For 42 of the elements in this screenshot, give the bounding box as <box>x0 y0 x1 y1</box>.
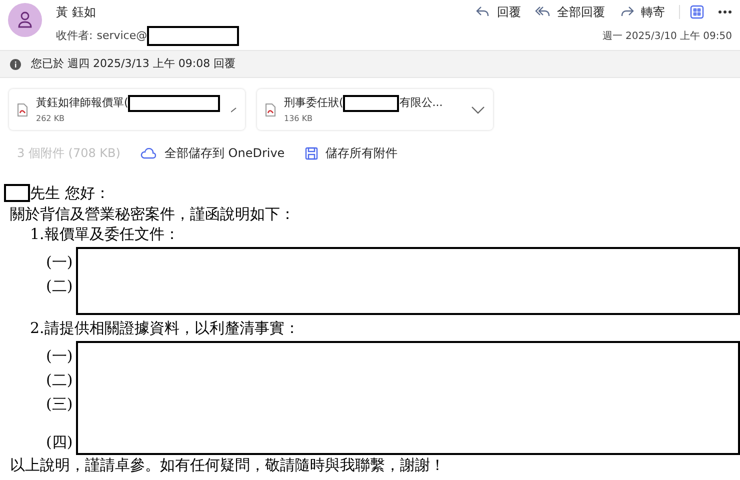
sender-name: 黃 鈺如 <box>56 4 96 21</box>
redaction-box <box>4 184 30 202</box>
section-title: 1.報價單及委任文件： <box>30 224 180 244</box>
info-icon <box>10 58 21 70</box>
item-label: (一) <box>46 252 74 273</box>
pdf-file-icon <box>265 102 276 116</box>
pdf-file-icon <box>17 102 28 116</box>
person-icon <box>17 11 33 29</box>
greeting: 先生 您好： <box>30 183 110 203</box>
apps-icon <box>690 5 704 19</box>
attachment-size: 262 KB <box>36 112 66 124</box>
save-all-button[interactable]: 儲存所有附件 <box>304 144 398 162</box>
section-title: 2.請提供相關證據資料，以利釐清事實： <box>30 318 300 338</box>
item-label: (一) <box>46 346 74 367</box>
intro-text: 關於背信及營業秘密案件，謹函說明如下： <box>10 204 296 224</box>
cloud-icon <box>140 148 156 158</box>
reply-all-button[interactable]: 全部回覆 <box>535 3 605 21</box>
recipient-address: service@ <box>96 28 148 44</box>
redaction-box <box>343 95 400 112</box>
attachment-name: 有限公... <box>399 95 443 112</box>
item-label: (二) <box>46 276 74 297</box>
reply-notice: 您已於 週四 2025/3/13 上午 09:08 回覆 <box>31 56 236 72</box>
reply-button[interactable]: 回覆 <box>475 3 521 21</box>
attachment-name: 刑事委任狀( <box>284 95 344 112</box>
attachment-card[interactable]: 黃鈺如律師報價單( 262 KB <box>9 89 245 130</box>
save-to-cloud-button[interactable]: 全部儲存到 OneDrive <box>140 144 285 162</box>
recipient-label: 收件者: <box>56 28 93 44</box>
attachment-card[interactable]: 刑事委任狀( 有限公... 136 KB <box>257 89 493 130</box>
item-label: (二) <box>46 370 74 391</box>
more-icon <box>718 10 732 14</box>
closing-text: 以上說明，謹請卓參。如有任何疑問，敬請隨時與我聯繫，謝謝！ <box>10 455 446 475</box>
attachment-count: 3 個附件 (708 KB) <box>17 145 120 162</box>
save-icon <box>304 146 318 160</box>
chevron-down-icon <box>471 106 485 114</box>
item-label: (三) <box>46 394 74 415</box>
sent-date: 週一 2025/3/10 上午 09:50 <box>602 30 732 44</box>
apps-button[interactable] <box>679 5 704 19</box>
more-button[interactable] <box>718 10 732 14</box>
attachment-name: 黃鈺如律師報價單( <box>36 95 128 112</box>
forward-button[interactable]: 轉寄 <box>619 3 665 21</box>
item-label: (四) <box>46 432 74 453</box>
attachment-size: 136 KB <box>284 112 314 124</box>
